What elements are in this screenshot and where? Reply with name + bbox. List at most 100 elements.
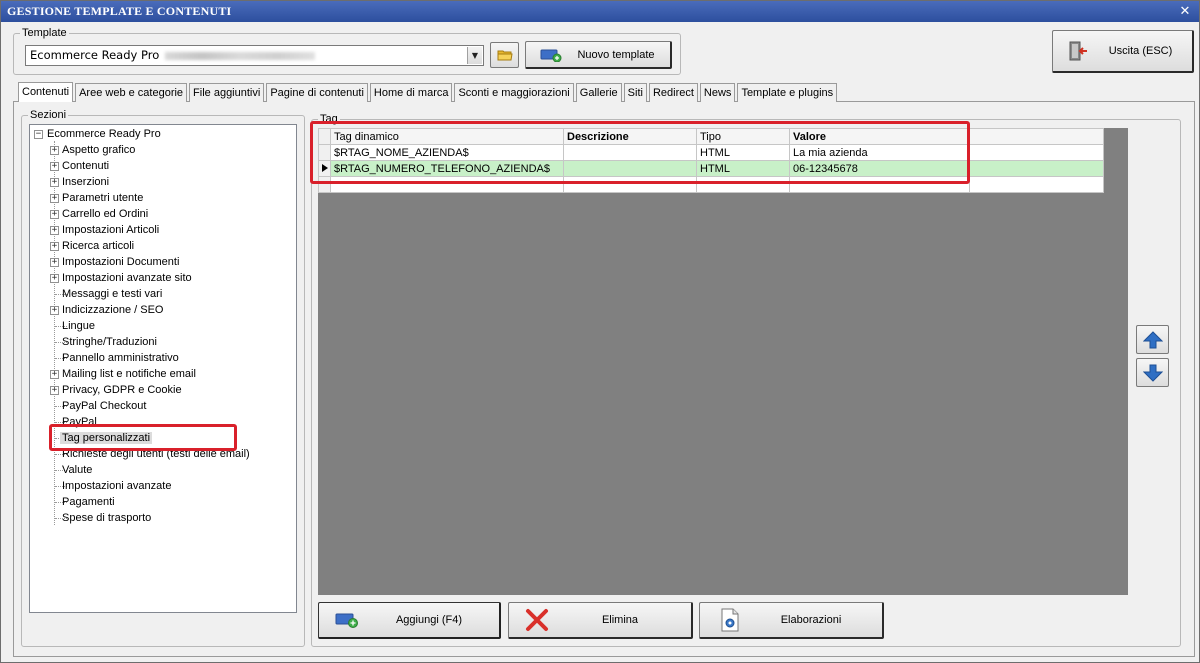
table-row[interactable]: $RTAG_NOME_AZIENDA$ HTML La mia azienda	[318, 144, 1104, 161]
cell-descrizione[interactable]	[563, 160, 697, 177]
tab-home-marca[interactable]: Home di marca	[369, 83, 453, 102]
tree-item[interactable]: Indicizzazione / SEO	[62, 302, 164, 318]
sections-tree[interactable]: − Ecommerce Ready Pro + Aspetto grafico …	[29, 124, 297, 613]
tree-item[interactable]: Messaggi e testi vari	[62, 286, 162, 302]
tab-news[interactable]: News	[699, 83, 736, 102]
template-legend: Template	[22, 27, 67, 39]
row-selector-current[interactable]	[318, 160, 331, 177]
tree-item[interactable]: Pagamenti	[62, 494, 115, 510]
delete-x-icon	[526, 609, 548, 631]
tree-item[interactable]: Aspetto grafico	[62, 142, 135, 158]
cell-valore[interactable]: La mia azienda	[789, 144, 970, 161]
tab-gallerie[interactable]: Gallerie	[575, 83, 622, 102]
cell-tag[interactable]: $RTAG_NUMERO_TELEFONO_AZIENDA$	[330, 160, 564, 177]
tree-item[interactable]: PayPal	[62, 414, 97, 430]
expand-icon[interactable]: +	[50, 258, 59, 267]
cell-tag[interactable]: $RTAG_NOME_AZIENDA$	[330, 144, 564, 161]
cell-tipo[interactable]: HTML	[696, 144, 790, 161]
table-row-new[interactable]	[318, 176, 1104, 193]
close-icon[interactable]: ✕	[1177, 1, 1193, 22]
row-selector-header	[318, 128, 331, 145]
tree-item[interactable]: Valute	[62, 462, 92, 478]
tree-item[interactable]: Richieste degli utenti (testi delle emai…	[62, 446, 250, 462]
tab-file-aggiuntivi[interactable]: File aggiuntivi	[189, 83, 265, 102]
add-button[interactable]: Aggiungi (F4)	[318, 602, 501, 639]
tree-item[interactable]: Spese di trasporto	[62, 510, 151, 526]
tree-item[interactable]: Mailing list e notifiche email	[62, 366, 196, 382]
column-header-filler	[969, 128, 1104, 145]
expand-icon[interactable]: +	[50, 226, 59, 235]
expand-icon[interactable]: +	[50, 194, 59, 203]
tree-item[interactable]: Stringhe/Traduzioni	[62, 334, 157, 350]
tree-item[interactable]: Ricerca articoli	[62, 238, 134, 254]
process-label: Elaborazioni	[780, 614, 842, 626]
move-up-button[interactable]	[1136, 325, 1169, 354]
template-selected-value: Ecommerce Ready Pro	[30, 48, 160, 62]
process-button[interactable]: Elaborazioni	[699, 602, 884, 639]
tag-grid[interactable]: Tag dinamico Descrizione Tipo Valore $RT…	[318, 128, 1128, 595]
cell-filler	[969, 160, 1104, 177]
tree-item[interactable]: Privacy, GDPR e Cookie	[62, 382, 182, 398]
exit-button[interactable]: Uscita (ESC)	[1052, 30, 1194, 73]
open-folder-button[interactable]	[490, 42, 519, 68]
chevron-down-icon[interactable]: ▼	[467, 47, 482, 64]
column-header-valore[interactable]: Valore	[789, 128, 970, 145]
expand-icon[interactable]: +	[50, 306, 59, 315]
expand-icon[interactable]: +	[50, 370, 59, 379]
add-icon	[335, 613, 358, 628]
tag-table: Tag dinamico Descrizione Tipo Valore $RT…	[318, 128, 1104, 193]
tab-pagine-contenuti[interactable]: Pagine di contenuti	[266, 83, 368, 102]
move-down-button[interactable]	[1136, 358, 1169, 387]
tree-item[interactable]: Carrello ed Ordini	[62, 206, 148, 222]
tab-contenuti[interactable]: Contenuti	[18, 82, 74, 102]
expand-icon[interactable]: +	[50, 242, 59, 251]
cell-filler	[969, 144, 1104, 161]
new-template-button[interactable]: Nuovo template	[525, 41, 672, 69]
arrow-up-icon	[1142, 330, 1163, 348]
cell-empty[interactable]	[696, 176, 790, 193]
tab-aree-web[interactable]: Aree web e categorie	[75, 83, 188, 102]
expand-icon[interactable]: +	[50, 274, 59, 283]
tree-item[interactable]: Impostazioni avanzate	[62, 478, 171, 494]
cell-empty[interactable]	[563, 176, 697, 193]
tree-item[interactable]: PayPal Checkout	[62, 398, 146, 414]
expand-icon[interactable]: +	[50, 162, 59, 171]
column-header-descrizione[interactable]: Descrizione	[563, 128, 697, 145]
cell-empty[interactable]	[789, 176, 970, 193]
tree-item[interactable]: Impostazioni Articoli	[62, 222, 159, 238]
column-header-tipo[interactable]: Tipo	[696, 128, 790, 145]
tab-template-plugins[interactable]: Template e plugins	[737, 83, 838, 102]
tree-root[interactable]: Ecommerce Ready Pro	[47, 126, 161, 142]
document-gear-icon	[721, 608, 739, 632]
tree-item[interactable]: Impostazioni Documenti	[62, 254, 179, 270]
tag-legend: Tag	[320, 113, 338, 125]
cell-filler	[969, 176, 1104, 193]
tree-item[interactable]: Parametri utente	[62, 190, 143, 206]
delete-button[interactable]: Elimina	[508, 602, 693, 639]
cell-empty[interactable]	[330, 176, 564, 193]
expand-icon[interactable]: +	[50, 210, 59, 219]
tree-item[interactable]: Pannello amministrativo	[62, 350, 179, 366]
collapse-icon[interactable]: −	[34, 130, 43, 139]
expand-icon[interactable]: +	[50, 178, 59, 187]
row-selector[interactable]	[318, 176, 331, 193]
template-combobox[interactable]: Ecommerce Ready Pro ▼	[25, 45, 484, 66]
column-header-tag[interactable]: Tag dinamico	[330, 128, 564, 145]
tab-sconti[interactable]: Sconti e maggiorazioni	[454, 83, 574, 102]
expand-icon[interactable]: +	[50, 386, 59, 395]
tree-item-tag-personalizzati[interactable]: Tag personalizzati	[60, 430, 153, 446]
expand-icon[interactable]: +	[50, 146, 59, 155]
exit-label: Uscita (ESC)	[1108, 45, 1173, 57]
cell-tipo[interactable]: HTML	[696, 160, 790, 177]
cell-descrizione[interactable]	[563, 144, 697, 161]
tab-siti[interactable]: Siti	[623, 83, 647, 102]
table-row[interactable]: $RTAG_NUMERO_TELEFONO_AZIENDA$ HTML 06-1…	[318, 160, 1104, 177]
tree-item[interactable]: Lingue	[62, 318, 95, 334]
tree-item[interactable]: Contenuti	[62, 158, 109, 174]
tree-item[interactable]: Impostazioni avanzate sito	[62, 270, 192, 286]
row-selector[interactable]	[318, 144, 331, 161]
cell-valore[interactable]: 06-12345678	[789, 160, 970, 177]
main-window: GESTIONE TEMPLATE E CONTENUTI ✕ Template…	[0, 0, 1200, 663]
tree-item[interactable]: Inserzioni	[62, 174, 109, 190]
tab-redirect[interactable]: Redirect	[648, 83, 698, 102]
